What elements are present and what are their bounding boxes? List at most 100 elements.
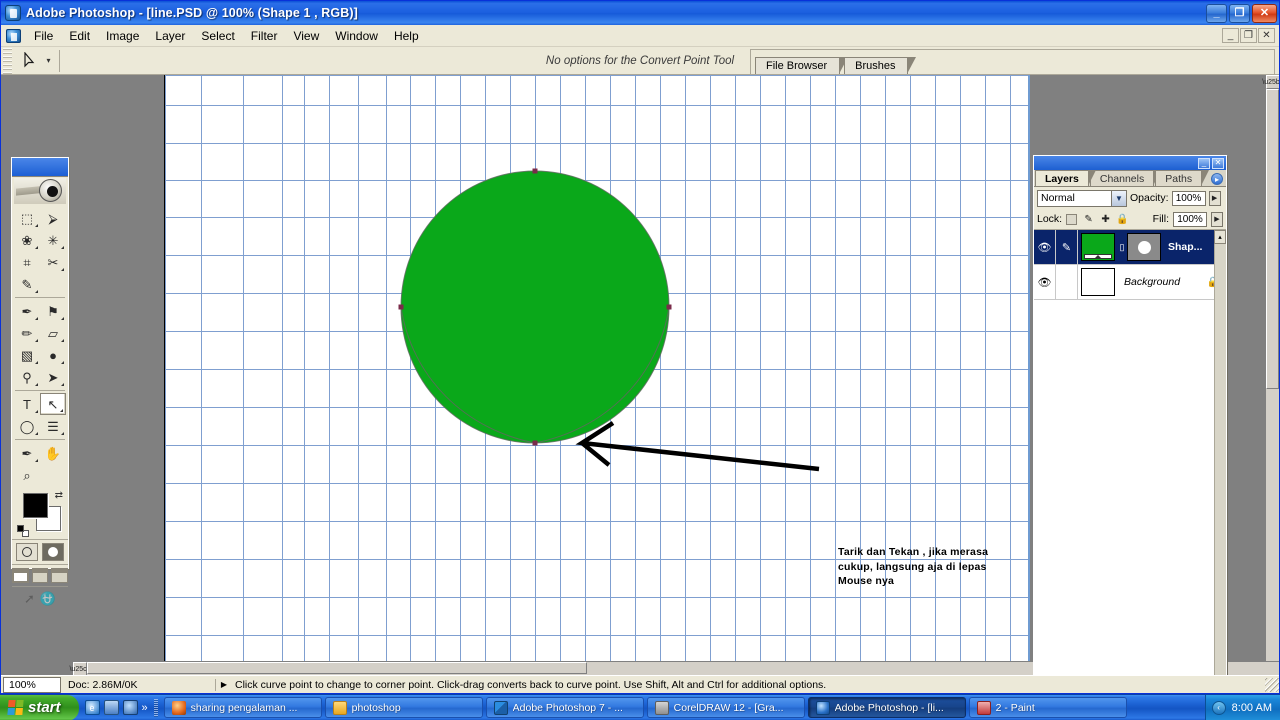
right-anchor[interactable] bbox=[666, 304, 672, 310]
tab-paths[interactable]: Paths bbox=[1155, 170, 1209, 186]
resize-grip[interactable] bbox=[1265, 677, 1279, 692]
layer-row-background[interactable]: 👁 Background 🔒 bbox=[1034, 265, 1226, 300]
document-icon[interactable] bbox=[6, 28, 21, 43]
taskbar-button[interactable]: sharing pengalaman ... bbox=[163, 697, 322, 718]
layer-link-brush-icon[interactable]: ✎ bbox=[1056, 230, 1078, 264]
menu-item-edit[interactable]: Edit bbox=[61, 27, 98, 45]
layer-thumbnail-shape[interactable] bbox=[1081, 233, 1115, 261]
layer-visibility-icon-background[interactable]: 👁 bbox=[1034, 265, 1056, 299]
quick-mask-mode-button[interactable] bbox=[42, 543, 64, 561]
vertical-scroll-thumb[interactable] bbox=[1266, 89, 1279, 389]
gradient-tool[interactable]: ▧ bbox=[14, 344, 40, 366]
horizontal-scroll-thumb[interactable] bbox=[87, 662, 587, 674]
top-anchor[interactable] bbox=[532, 168, 538, 174]
lock-position-icon[interactable]: ✚ bbox=[1100, 214, 1111, 225]
dodge-tool[interactable]: ⚲ bbox=[14, 366, 40, 388]
swap-colors-icon[interactable]: ⇄ bbox=[55, 490, 63, 501]
menu-item-help[interactable]: Help bbox=[386, 27, 427, 45]
internet-explorer-icon[interactable]: e bbox=[84, 700, 100, 715]
blend-mode-select[interactable]: Normal ▼ bbox=[1037, 189, 1127, 207]
taskbar-button[interactable]: Adobe Photoshop 7 - ... bbox=[485, 697, 644, 718]
maximize-button[interactable]: ❐ bbox=[1229, 3, 1250, 23]
scroll-left-button[interactable]: \u25c2 bbox=[69, 662, 91, 675]
menu-item-view[interactable]: View bbox=[285, 27, 327, 45]
vector-mask-thumbnail[interactable] bbox=[1127, 233, 1161, 261]
notes-tool[interactable]: ☰ bbox=[40, 415, 66, 437]
lock-all-icon[interactable]: 🔒 bbox=[1116, 214, 1128, 225]
document-size-info[interactable]: Doc: 2.86M/0K bbox=[61, 678, 216, 691]
palette-menu-icon[interactable]: ▸ bbox=[1211, 173, 1223, 185]
layer-visibility-icon[interactable]: 👁 bbox=[1034, 230, 1056, 264]
full-screen-menubar-mode-button[interactable] bbox=[31, 568, 49, 583]
eyedropper-tool[interactable]: ✒ bbox=[14, 442, 40, 464]
menu-item-file[interactable]: File bbox=[26, 27, 61, 45]
menu-item-filter[interactable]: Filter bbox=[243, 27, 286, 45]
close-button[interactable]: ✕ bbox=[1252, 3, 1277, 23]
slice-tool[interactable]: ✂ bbox=[40, 251, 66, 273]
menu-item-window[interactable]: Window bbox=[327, 27, 386, 45]
document-restore-button[interactable]: ❐ bbox=[1240, 28, 1257, 43]
menu-item-layer[interactable]: Layer bbox=[147, 27, 193, 45]
ellipse-tool[interactable]: ◯ bbox=[14, 415, 40, 437]
options-bar-grip[interactable] bbox=[3, 47, 12, 74]
lock-transparent-pixels-icon[interactable] bbox=[1066, 213, 1078, 225]
magic-wand-tool[interactable]: ✳ bbox=[40, 229, 66, 251]
foreground-color-swatch[interactable] bbox=[23, 493, 48, 518]
quick-launch-more-icon[interactable]: » bbox=[142, 702, 148, 714]
scroll-up-button[interactable]: \u25b4 bbox=[1262, 75, 1279, 89]
crop-tool[interactable]: ⌗ bbox=[14, 251, 40, 273]
menu-item-select[interactable]: Select bbox=[193, 27, 242, 45]
default-colors-icon[interactable] bbox=[17, 525, 29, 537]
layer-thumbnail-background[interactable] bbox=[1081, 268, 1115, 296]
convert-point-tool[interactable]: ↖ bbox=[40, 393, 66, 415]
blur-tool[interactable]: ● bbox=[40, 344, 66, 366]
start-button[interactable]: start bbox=[0, 694, 79, 720]
chevron-down-icon[interactable]: ▼ bbox=[1111, 190, 1126, 206]
layers-close-button[interactable]: ✕ bbox=[1212, 157, 1224, 169]
taskbar-button[interactable]: CorelDRAW 12 - [Gra... bbox=[646, 697, 805, 718]
layer-brush-slot-background[interactable] bbox=[1056, 265, 1078, 299]
type-tool[interactable]: T bbox=[14, 393, 40, 415]
opacity-value[interactable]: 100% bbox=[1171, 190, 1206, 206]
standard-mode-button[interactable] bbox=[16, 543, 38, 561]
imageready-icon[interactable]: ⛎ bbox=[40, 591, 56, 607]
fill-slider-arrow-icon[interactable]: ▶ bbox=[1211, 211, 1223, 227]
taskbar-button[interactable]: 2 - Paint bbox=[968, 697, 1127, 718]
tool-preset-caret-icon[interactable]: ▾ bbox=[42, 49, 55, 73]
tray-expand-icon[interactable]: ‹ bbox=[1211, 700, 1226, 715]
move-tool[interactable]: ⮚ bbox=[40, 207, 66, 229]
layers-list-scrollbar[interactable]: ▴ bbox=[1214, 230, 1226, 675]
toolbox-title-bar[interactable] bbox=[12, 158, 68, 177]
bottom-corner-anchor[interactable] bbox=[532, 440, 538, 446]
hand-tool[interactable]: ✋ bbox=[40, 442, 66, 464]
layer-row-shape[interactable]: 👁 ✎ ▯ Shap... bbox=[1034, 230, 1226, 265]
canvas[interactable]: Tarik dan Tekan , jika merasa cukup, lan… bbox=[165, 75, 1029, 675]
full-screen-mode-button[interactable] bbox=[51, 568, 69, 583]
document-close-button[interactable]: ✕ bbox=[1258, 28, 1275, 43]
lasso-tool[interactable]: ❀ bbox=[14, 229, 40, 251]
layers-scroll-up-button[interactable]: ▴ bbox=[1214, 230, 1226, 244]
palette-tab-brushes[interactable]: Brushes bbox=[844, 57, 917, 74]
document-vertical-scrollbar[interactable]: \u25b4 bbox=[1262, 75, 1279, 661]
brush-tool[interactable]: ✒ bbox=[14, 300, 40, 322]
zoom-tool[interactable]: ⌕ bbox=[14, 464, 40, 486]
healing-brush-tool[interactable]: ✎ bbox=[14, 273, 40, 295]
eraser-tool[interactable]: ▱ bbox=[40, 322, 66, 344]
jump-to-imageready-icon[interactable]: ➚ bbox=[24, 591, 35, 607]
history-brush-tool[interactable]: ✏ bbox=[14, 322, 40, 344]
lock-image-pixels-icon[interactable]: ✎ bbox=[1083, 214, 1094, 225]
convert-point-tool-icon[interactable] bbox=[16, 49, 42, 73]
document-minimize-button[interactable]: _ bbox=[1222, 28, 1239, 43]
palette-tab-file-browser[interactable]: File Browser bbox=[755, 57, 849, 74]
windows-media-player-icon[interactable] bbox=[122, 700, 138, 715]
zoom-level-field[interactable]: 100% bbox=[3, 676, 61, 693]
standard-screen-mode-button[interactable] bbox=[12, 568, 29, 583]
minimize-button[interactable]: _ bbox=[1206, 3, 1227, 23]
taskbar-button[interactable]: Adobe Photoshop - [li... bbox=[807, 697, 966, 718]
marquee-tool[interactable]: ⬚ bbox=[14, 207, 40, 229]
clock[interactable]: 8:00 AM bbox=[1232, 702, 1272, 714]
menu-item-image[interactable]: Image bbox=[98, 27, 147, 45]
show-desktop-icon[interactable] bbox=[103, 700, 119, 715]
path-selection-tool[interactable]: ➤ bbox=[40, 366, 66, 388]
tab-layers[interactable]: Layers bbox=[1035, 170, 1096, 186]
